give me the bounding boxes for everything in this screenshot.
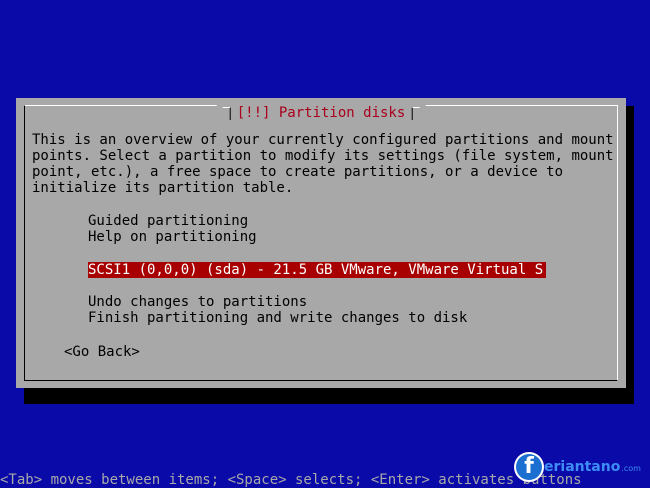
menu-item-finish-partitioning[interactable]: Finish partitioning and write changes to…: [88, 310, 467, 326]
watermark-domain: .com: [621, 464, 641, 473]
go-back-button[interactable]: <Go Back>: [64, 344, 140, 360]
facebook-f-icon: f: [516, 454, 542, 480]
title-bracket-left: [222, 106, 231, 120]
menu-item-disk-sda[interactable]: SCSI1 (0,0,0) (sda) - 21.5 GB VMware, VM…: [88, 262, 547, 278]
menu-item-guided-partitioning[interactable]: Guided partitioning: [88, 213, 248, 229]
dialog-description: This is an overview of your currently co…: [32, 132, 614, 196]
watermark-logo: f eriantano .com: [516, 454, 641, 480]
watermark-text: eriantano: [544, 459, 621, 475]
description-line: points. Select a partition to modify its…: [32, 148, 614, 164]
description-line: point, etc.), a free space to create par…: [32, 164, 564, 180]
dialog-title-bar: [!!] Partition disks: [216, 105, 426, 121]
menu-item-help-on-partitioning[interactable]: Help on partitioning: [88, 229, 257, 245]
description-line: initialize its partition table.: [32, 180, 294, 196]
keyboard-hint: <Tab> moves between items; <Space> selec…: [0, 472, 582, 488]
dialog-title: [!!] Partition disks: [236, 105, 406, 121]
menu-item-undo-changes[interactable]: Undo changes to partitions: [88, 294, 307, 310]
description-line: This is an overview of your currently co…: [32, 132, 614, 148]
title-bracket-right: [411, 106, 420, 120]
